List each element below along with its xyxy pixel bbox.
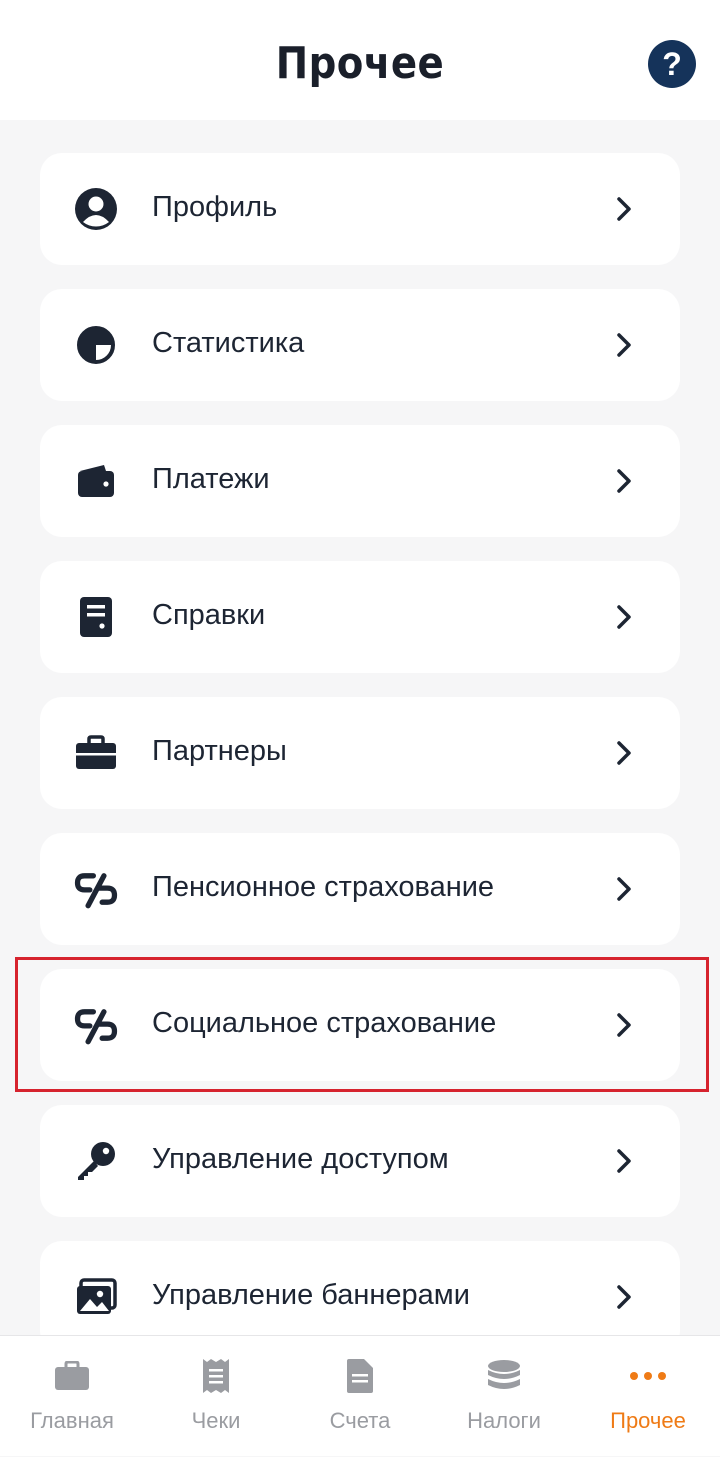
menu-item-partners[interactable]: Партнеры <box>40 697 680 809</box>
menu-item-statistics[interactable]: Статистика <box>40 289 680 401</box>
menu-item-label: Управление баннерами <box>152 1279 470 1311</box>
pie-chart-icon <box>74 323 118 367</box>
briefcase-icon <box>74 731 118 775</box>
more-dots-icon <box>626 1354 670 1398</box>
menu-item-pension-insurance[interactable]: Пенсионное страхование <box>40 833 680 945</box>
menu-item-label: Профиль <box>152 191 278 223</box>
chevron-right-icon <box>614 331 634 359</box>
chevron-right-icon <box>614 739 634 767</box>
key-icon <box>74 1139 118 1183</box>
chevron-right-icon <box>614 1011 634 1039</box>
document-icon <box>338 1354 382 1398</box>
chevron-right-icon <box>614 603 634 631</box>
menu-item-label: Управление доступом <box>152 1143 449 1175</box>
tab-label: Чеки <box>191 1408 241 1433</box>
tab-other[interactable]: Прочее <box>576 1336 720 1457</box>
bottom-tab-bar: Главная Чеки Счета Налоги Прочее <box>0 1335 720 1456</box>
page-title: Прочее <box>275 38 445 89</box>
menu-item-access-management[interactable]: Управление доступом <box>40 1105 680 1217</box>
image-icon <box>74 1275 118 1319</box>
chevron-right-icon <box>614 1283 634 1311</box>
menu-item-payments[interactable]: Платежи <box>40 425 680 537</box>
menu-item-profile[interactable]: Профиль <box>40 153 680 265</box>
help-button[interactable]: ? <box>648 40 696 88</box>
tab-invoices[interactable]: Счета <box>288 1336 432 1457</box>
menu-item-label: Статистика <box>152 327 305 359</box>
sf-logo-icon <box>74 1003 118 1047</box>
menu-item-label: Партнеры <box>152 735 287 767</box>
chevron-right-icon <box>614 467 634 495</box>
header-bar: Прочее ? <box>0 0 720 120</box>
chevron-right-icon <box>614 1147 634 1175</box>
briefcase-icon <box>50 1354 94 1398</box>
profile-icon <box>74 187 118 231</box>
menu-item-social-insurance[interactable]: Социальное страхование <box>40 969 680 1081</box>
chevron-right-icon <box>614 195 634 223</box>
coins-stack-icon <box>482 1354 526 1398</box>
menu-item-label: Платежи <box>152 463 270 495</box>
document-icon <box>74 595 118 639</box>
tab-taxes[interactable]: Налоги <box>432 1336 576 1457</box>
menu-item-label: Справки <box>152 599 266 631</box>
chevron-right-icon <box>614 875 634 903</box>
receipt-icon <box>194 1354 238 1398</box>
menu-item-label: Социальное страхование <box>152 1007 497 1039</box>
menu-item-label: Пенсионное страхование <box>152 871 495 903</box>
wallet-icon <box>74 459 118 503</box>
tab-home[interactable]: Главная <box>0 1336 144 1457</box>
tab-label: Главная <box>30 1408 114 1433</box>
tab-receipts[interactable]: Чеки <box>144 1336 288 1457</box>
tab-label: Счета <box>329 1408 391 1433</box>
sf-logo-icon <box>74 867 118 911</box>
tab-label: Прочее <box>610 1408 686 1433</box>
menu-item-certificates[interactable]: Справки <box>40 561 680 673</box>
tab-label: Налоги <box>467 1408 541 1433</box>
